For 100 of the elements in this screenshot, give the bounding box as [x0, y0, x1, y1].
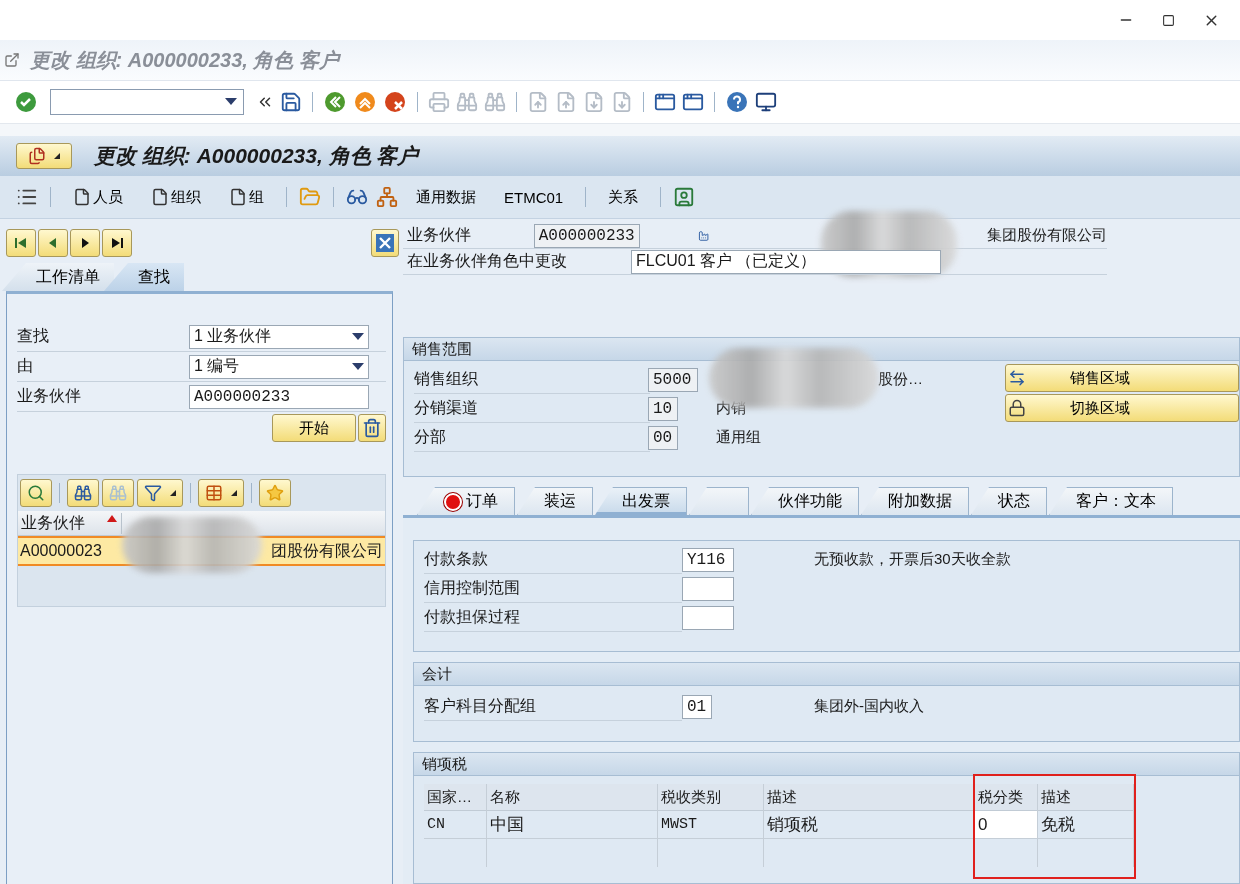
corner-caret-icon — [231, 490, 237, 496]
binoculars-icon — [74, 484, 92, 502]
toolbar-button[interactable]: ETMC01 — [494, 186, 574, 208]
document-icon — [73, 188, 91, 206]
input-field: 5000 — [648, 367, 698, 392]
next-button[interactable] — [70, 229, 100, 257]
area-button[interactable]: 销售区域 — [1005, 364, 1239, 392]
hierarchy-icon[interactable] — [376, 186, 398, 208]
caret-icon — [352, 362, 364, 371]
layout-button[interactable] — [198, 479, 244, 507]
binoculars-icon — [109, 484, 127, 502]
area-button[interactable]: 切换区域 — [1005, 394, 1239, 422]
table-cell: 销项税 — [764, 811, 974, 839]
toolbar-button[interactable]: 通用数据 — [406, 185, 486, 209]
toolbar-button[interactable]: 组 — [219, 185, 274, 209]
tab[interactable]: 伙伴功能 — [751, 487, 859, 515]
tab[interactable]: 客户：文本 — [1049, 487, 1173, 515]
arrows-icon — [1008, 369, 1026, 387]
partner-name: 集团股份有限公司 — [987, 226, 1107, 245]
filter-button[interactable] — [137, 479, 183, 507]
window-title: 更改 组织: A000000233, 角色 客户 — [30, 47, 339, 73]
pages-icon — [28, 147, 46, 165]
star-icon — [266, 484, 284, 502]
field-description: 通用组 — [716, 428, 761, 447]
person-icon[interactable] — [673, 186, 696, 208]
field-label: 付款条款 — [424, 545, 682, 574]
field-label: 付款担保过程 — [424, 603, 682, 632]
input-field[interactable] — [682, 605, 734, 630]
table-cell: A00000023 — [20, 542, 102, 560]
input-field[interactable] — [682, 576, 734, 601]
tab[interactable]: 出发票 — [595, 487, 687, 515]
corner-caret-icon — [170, 490, 176, 496]
close-button[interactable] — [371, 229, 399, 257]
field-description: 无预收款，开票后30天收全款 — [814, 550, 1011, 569]
menu-button[interactable] — [16, 143, 72, 169]
dropdown[interactable]: FLCU01 客户 （已定义） — [631, 249, 941, 274]
back-icon[interactable] — [323, 90, 347, 114]
find-next-button[interactable] — [102, 479, 134, 507]
field-label: 业务伙伴 — [17, 386, 82, 406]
lock-icon — [1008, 399, 1026, 417]
column-header: 税分类 — [975, 784, 1037, 811]
table-cell-text: 团股份有限公司 — [271, 540, 383, 561]
details-button[interactable] — [20, 479, 52, 507]
toolbar-button[interactable]: 组织 — [141, 185, 211, 209]
command-field[interactable] — [50, 89, 244, 115]
find-button[interactable] — [67, 479, 99, 507]
exit-icon[interactable] — [353, 90, 377, 114]
tab[interactable]: 查找 — [104, 263, 184, 291]
input-field[interactable]: Y116 — [682, 547, 734, 572]
input-field[interactable]: A000000233 — [189, 384, 369, 409]
field-label: 由 — [17, 356, 34, 376]
dropdown[interactable]: 1 编号 — [189, 354, 369, 379]
trash-icon — [362, 418, 382, 438]
table-cell: CN — [424, 811, 486, 839]
help-icon[interactable] — [725, 90, 749, 114]
new-session-icon[interactable] — [654, 91, 676, 113]
delete-button[interactable] — [358, 414, 386, 442]
column-header: 税收类别 — [658, 784, 763, 811]
document-icon — [229, 188, 247, 206]
close-icon — [375, 233, 395, 253]
toolbar-button[interactable]: 人员 — [63, 185, 133, 209]
favorite-button[interactable] — [259, 479, 291, 507]
screen-title: 更改 组织: A000000233, 角色 客户 — [94, 143, 419, 169]
last-button[interactable] — [102, 229, 132, 257]
column-header: 描述 — [1038, 784, 1133, 811]
input-field: 10 — [648, 396, 678, 421]
dropdown[interactable]: 1 业务伙伴 — [189, 324, 369, 349]
input-field[interactable]: 0 — [975, 811, 1037, 839]
field-description: 集团外-国内收入 — [814, 697, 924, 716]
tab[interactable]: 状态 — [971, 487, 1047, 515]
field-label: 信用控制范围 — [424, 574, 682, 603]
corner-caret-icon — [54, 153, 60, 159]
field-description: 内销 — [716, 399, 746, 418]
tab[interactable]: 附加数据 — [861, 487, 969, 515]
maximize-icon[interactable] — [1162, 13, 1175, 27]
cancel-icon[interactable] — [383, 90, 407, 114]
field-label: 在业务伙伴角色中更改 — [407, 251, 568, 271]
monitor-icon[interactable] — [755, 91, 777, 113]
toolbar-button[interactable]: 关系 — [598, 185, 649, 209]
input-field: 00 — [648, 425, 678, 450]
table-cell: 中国 — [487, 811, 657, 839]
first-button[interactable] — [6, 229, 36, 257]
table-cell: 免税 — [1038, 811, 1133, 839]
first-icon — [14, 236, 28, 250]
filter-icon — [144, 484, 162, 502]
shortcut-icon[interactable] — [682, 91, 704, 113]
input-field[interactable]: 01 — [682, 694, 712, 719]
enter-icon[interactable] — [14, 90, 38, 114]
input-field: A000000233 — [533, 223, 640, 248]
previous-button[interactable] — [38, 229, 68, 257]
field-label: 查找 — [17, 326, 50, 346]
field-description: 股份… — [878, 370, 923, 389]
tab[interactable]: 装运 — [517, 487, 593, 515]
field-label: 业务伙伴 — [407, 225, 472, 245]
table-cell: MWST — [658, 811, 763, 839]
tab[interactable]: 工作清单 — [2, 263, 114, 291]
tab[interactable]: 订单 — [417, 487, 515, 515]
caret-icon — [225, 98, 237, 106]
start-button[interactable]: 开始 — [272, 414, 356, 442]
save-icon[interactable] — [280, 91, 302, 113]
